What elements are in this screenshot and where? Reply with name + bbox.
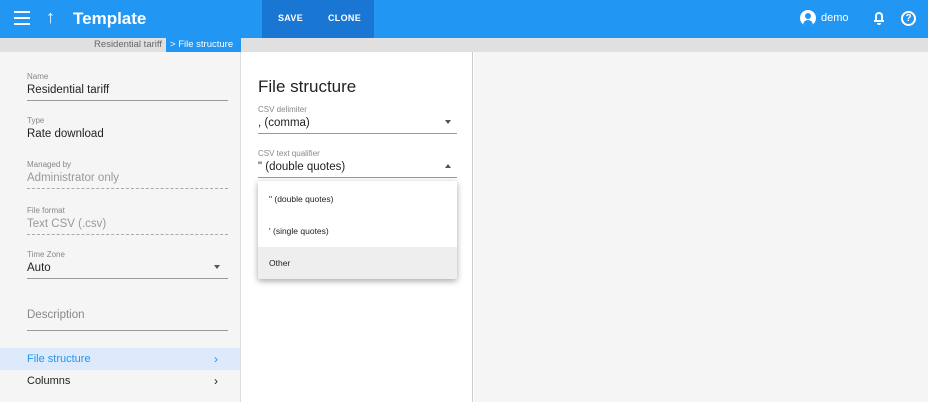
top-bar: ↑ Template SAVE CLONE demo ?: [0, 0, 928, 38]
description-input[interactable]: Description: [27, 309, 228, 331]
field-label: CSV delimiter: [258, 105, 307, 114]
help-icon[interactable]: ?: [901, 11, 916, 26]
field-label: Name: [27, 72, 49, 81]
managed-by-field: Managed by Administrator only: [27, 160, 228, 189]
chevron-right-icon: >: [170, 39, 176, 50]
field-value: Rate download: [27, 128, 104, 140]
user-name: demo: [821, 12, 849, 24]
csv-delimiter-select[interactable]: CSV delimiter , (comma): [258, 105, 457, 134]
nav-item-file-structure[interactable]: File structure ›: [0, 348, 240, 370]
content-area: [474, 52, 928, 402]
field-value: " (double quotes): [258, 161, 346, 173]
user-icon: [800, 10, 816, 26]
caret-down-icon: [445, 120, 451, 124]
caret-down-icon: [214, 265, 220, 269]
field-label: Time Zone: [27, 250, 65, 259]
dropdown-option[interactable]: Other: [258, 247, 457, 279]
breadcrumb: Residential tariff > File structure: [0, 38, 928, 52]
field-value: Residential tariff: [27, 84, 110, 96]
field-value: , (comma): [258, 117, 310, 129]
chevron-right-icon: ›: [214, 374, 218, 388]
field-label: CSV text qualifier: [258, 149, 320, 158]
arrow-up-icon[interactable]: ↑: [46, 7, 55, 28]
menu-icon[interactable]: [14, 11, 30, 25]
text-qualifier-dropdown: " (double quotes) ' (single quotes) Othe…: [258, 181, 457, 279]
clone-button[interactable]: CLONE: [328, 13, 361, 23]
field-value: Administrator only: [27, 172, 120, 184]
caret-up-icon: [445, 164, 451, 168]
field-label: Type: [27, 116, 45, 125]
type-field: Type Rate download: [27, 116, 228, 144]
left-panel: Name Residential tariff Type Rate downlo…: [0, 52, 241, 402]
bell-icon[interactable]: [874, 12, 884, 25]
field-value: Auto: [27, 262, 51, 274]
nav-item-label: Columns: [27, 375, 71, 387]
field-label: File format: [27, 206, 65, 215]
breadcrumb-previous[interactable]: Residential tariff: [0, 38, 166, 52]
time-zone-select[interactable]: Time Zone Auto: [27, 250, 228, 279]
breadcrumb-current-label: File structure: [178, 39, 234, 50]
name-field[interactable]: Name Residential tariff: [27, 72, 228, 101]
nav-item-label: File structure: [27, 353, 91, 365]
chevron-right-icon: ›: [214, 352, 218, 366]
dropdown-option[interactable]: " (double quotes): [258, 183, 457, 215]
breadcrumb-current: > File structure: [166, 38, 241, 52]
dropdown-option[interactable]: ' (single quotes): [258, 215, 457, 247]
csv-text-qualifier-select[interactable]: CSV text qualifier " (double quotes): [258, 149, 457, 178]
nav-item-columns[interactable]: Columns ›: [0, 370, 240, 392]
field-label: Managed by: [27, 160, 72, 169]
file-format-field: File format Text CSV (.csv): [27, 206, 228, 235]
field-value: Text CSV (.csv): [27, 218, 107, 230]
save-button[interactable]: SAVE: [278, 13, 303, 23]
section-title: File structure: [258, 77, 357, 96]
page-title: Template: [73, 9, 147, 28]
